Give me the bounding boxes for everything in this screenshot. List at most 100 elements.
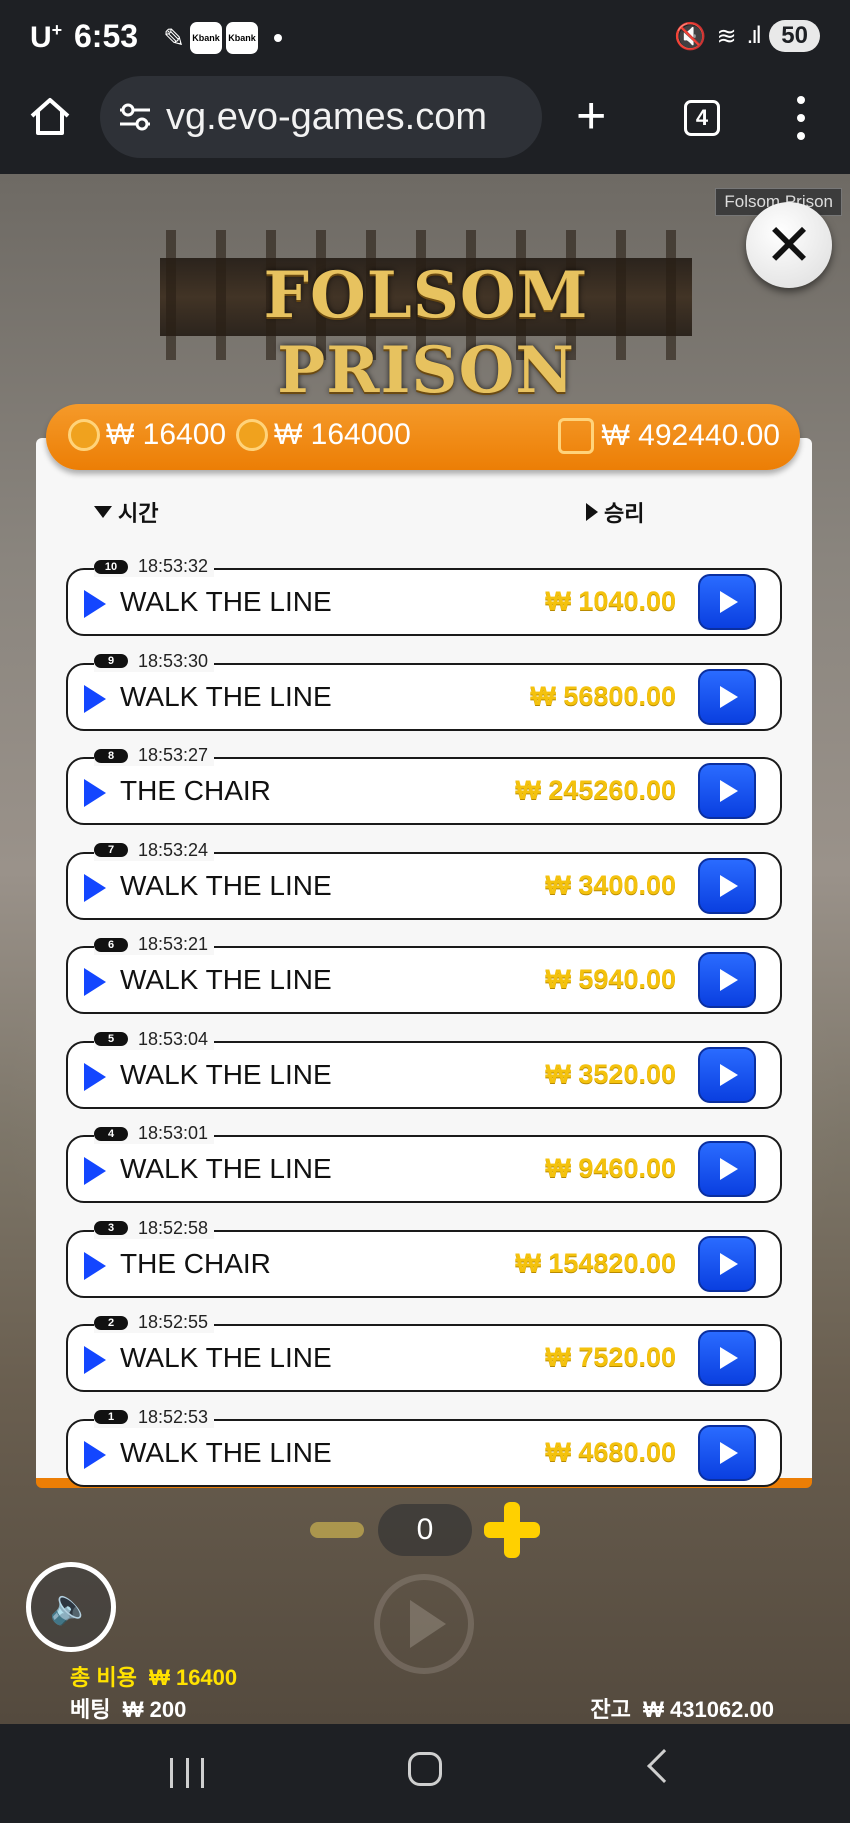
bullet-play-icon [84,1251,106,1280]
play-icon [720,1063,738,1086]
sort-by-time[interactable]: 시간 [94,496,158,528]
replay-button[interactable] [698,1235,756,1292]
feather-icon: ✎ [163,22,185,53]
feature-name: WALK THE LINE [120,586,332,617]
replay-button[interactable] [698,574,756,630]
replay-button[interactable] [698,1330,756,1386]
feature-name: WALK THE LINE [120,1153,332,1184]
play-icon [720,1441,738,1464]
increase-button[interactable] [484,1502,540,1558]
round-time: 18:52:55 [138,1312,209,1332]
feature-name: THE CHAIR [120,775,271,806]
feature-name: WALK THE LINE [120,869,332,901]
history-row[interactable]: 2 18:52:55 WALK THE LINE ₩ 7520.00 [66,1312,782,1392]
round-number-badge: 9 [94,654,128,668]
back-icon[interactable] [647,1749,681,1783]
sort-desc-icon [94,506,112,518]
replay-button[interactable] [698,1424,756,1481]
row-meta: 7 18:53:24 [94,839,215,861]
round-number-badge: 3 [94,1221,128,1235]
history-row[interactable]: 6 18:53:21 WALK THE LINE ₩ 5940.00 [66,934,782,1014]
url-text: vg.evo-games.com [166,95,488,138]
balance: 잔고 ₩ 431062.00 [590,1697,774,1722]
bullet-play-icon [84,1346,106,1374]
feature-name: WALK THE LINE [120,1436,332,1468]
win-amount: ₩ 3520.00 [545,1058,676,1089]
win-amount: ₩ 245260.00 [515,775,676,805]
history-row[interactable]: 8 18:53:27 THE CHAIR ₩ 245260.00 [66,745,782,825]
feature-name: WALK THE LINE [120,1058,332,1090]
row-meta: 4 18:53:01 [94,1123,215,1144]
replay-button[interactable] [698,763,756,819]
status-bar: U+ 6:53 ✎ Kbank Kbank 🔇 ≋ .ıl 50 [0,0,850,76]
carrier-label: U+ [30,20,63,54]
spin-button[interactable] [374,1574,474,1674]
browser-toolbar: vg.evo-games.com + 4 [0,76,850,174]
bullet-play-icon [84,684,106,713]
row-meta: 9 18:53:30 [94,650,215,672]
round-number-badge: 8 [94,748,128,763]
history-summary: ₩ 16400 ₩ 164000 ₩ 492440.00 [46,404,800,470]
replay-button[interactable] [698,857,756,914]
round-number-badge: 5 [94,1032,128,1046]
sound-mute-icon[interactable]: 🔈 [26,1562,116,1652]
more-menu-icon[interactable] [794,96,808,140]
system-nav-bar [0,1724,850,1823]
bullet-play-icon [84,968,106,996]
site-settings-icon[interactable] [118,102,152,132]
history-row[interactable]: 4 18:53:01 WALK THE LINE ₩ 9460.00 [66,1123,782,1203]
history-row[interactable]: 9 18:53:30 WALK THE LINE ₩ 56800.00 [66,650,782,731]
win-amount: ₩ 154820.00 [515,1247,676,1278]
total-win-summary: ₩ 492440.00 [557,418,780,454]
bullet-play-icon [84,1440,106,1469]
play-icon [720,969,738,991]
row-meta: 3 18:52:58 [94,1217,215,1239]
game-logo: FOLSOM PRISON [160,230,692,408]
replay-button[interactable] [698,1141,756,1197]
replay-button[interactable] [698,668,756,725]
replay-button[interactable] [698,1046,756,1103]
close-icon[interactable]: ✕ [746,202,832,288]
history-row[interactable]: 7 18:53:24 WALK THE LINE ₩ 3400.00 [66,839,782,920]
play-icon [720,874,738,897]
round-number-badge: 7 [94,843,128,857]
history-row[interactable]: 3 18:52:58 THE CHAIR ₩ 154820.00 [66,1217,782,1298]
round-time: 18:53:30 [138,650,209,671]
round-number-badge: 4 [94,1126,128,1141]
total-cost: 총 비용 ₩ 16400 [70,1665,238,1690]
round-number-badge: 6 [94,937,128,952]
new-tab-button[interactable]: + [576,90,606,142]
history-row[interactable]: 5 18:53:04 WALK THE LINE ₩ 3520.00 [66,1028,782,1109]
row-meta: 10 18:53:32 [94,556,215,577]
kbank-icon: Kbank [226,22,258,54]
history-row[interactable]: 1 18:52:53 WALK THE LINE ₩ 4680.00 [66,1406,782,1487]
address-bar[interactable]: vg.evo-games.com [100,76,542,158]
bullet-play-icon [84,779,106,807]
sort-by-win[interactable]: 승리 [586,496,644,528]
win-amount: ₩ 3400.00 [545,869,676,900]
round-number-badge: 1 [94,1410,128,1424]
history-row[interactable]: 10 18:53:32 WALK THE LINE ₩ 1040.00 [66,556,782,636]
history-panel: 시간 승리 10 18:53:32 WALK THE LINE ₩ 1040.00 9 1… [36,438,812,1488]
play-icon [410,1600,446,1648]
mute-status-icon: 🔇 [674,20,707,51]
cost-summary: ₩ 16400 [68,418,226,452]
win-amount: ₩ 5940.00 [545,964,676,994]
round-time: 18:53:24 [138,839,209,860]
home-icon[interactable] [28,94,72,138]
bullet-play-icon [84,590,106,618]
wallet-icon [557,418,594,454]
row-meta: 2 18:52:55 [94,1312,215,1333]
play-icon [720,1252,738,1275]
recent-apps-icon[interactable] [170,1758,204,1788]
coin-icon [236,419,268,451]
bullet-play-icon [84,1157,106,1185]
home-nav-icon[interactable] [408,1752,442,1786]
replay-button[interactable] [698,952,756,1008]
round-time: 18:52:58 [138,1217,209,1238]
tab-switcher-button[interactable]: 4 [684,100,720,136]
bet-amount: 베팅 ₩ 200 [70,1697,187,1722]
decrease-button[interactable] [310,1522,364,1538]
feature-name: WALK THE LINE [120,1342,332,1373]
bullet-play-icon [84,1062,106,1091]
